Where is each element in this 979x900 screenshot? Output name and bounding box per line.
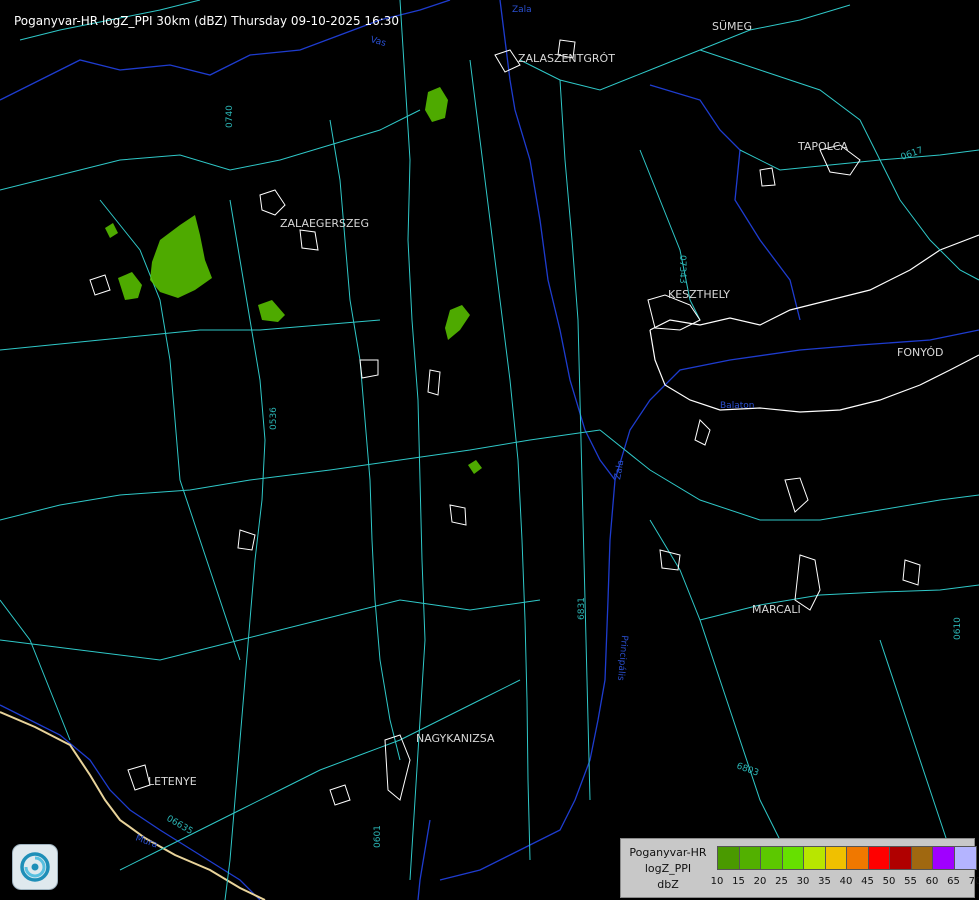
- legend-tick: 25: [775, 876, 788, 887]
- road-label: 0610: [953, 617, 963, 640]
- road-label: 0617: [900, 146, 925, 163]
- legend-line: dbZ: [657, 878, 679, 891]
- legend-swatch: [718, 847, 740, 869]
- lake-balaton-shore: [649, 234, 979, 413]
- road-label: 0536: [269, 407, 279, 430]
- river-labels: Vas Zala Zala Principális Balaton Mura: [134, 5, 754, 851]
- radar-echoes: [105, 87, 482, 474]
- legend-swatch: [782, 847, 804, 869]
- weather-service-logo-icon: [12, 844, 58, 890]
- legend-tick: 15: [732, 876, 745, 887]
- legend-tick: 35: [818, 876, 831, 887]
- city-label: NAGYKANIZSA: [416, 732, 495, 745]
- legend-tick: 55: [904, 876, 917, 887]
- city-label: MARCALI: [752, 603, 801, 616]
- city-label: ZALAEGERSZEG: [280, 217, 369, 230]
- river-label: Principális: [615, 635, 629, 682]
- legend-swatch: [954, 847, 976, 869]
- road-label: 0740: [225, 105, 235, 128]
- road-label: 06635: [165, 814, 195, 837]
- legend-tick: 45: [861, 876, 874, 887]
- legend-color-scale: [717, 846, 977, 870]
- river-label: Zala: [512, 5, 532, 15]
- legend-tick: 10: [710, 876, 724, 887]
- legend-swatch: [890, 847, 912, 869]
- legend-tick-labels: 10 15 20 25 30 35 40 45 50 55 60 65 70: [711, 876, 979, 890]
- city-label: LETENYE: [148, 775, 197, 788]
- river-label: Mura: [134, 833, 159, 850]
- road-label: 07343: [677, 255, 687, 284]
- road-label: 6803: [735, 761, 760, 778]
- legend-tick: 70: [968, 876, 979, 887]
- city-label: FONYÓD: [897, 346, 943, 359]
- legend-tick: 50: [882, 876, 896, 887]
- road-label: 0601: [373, 825, 383, 848]
- legend-swatch: [868, 847, 890, 869]
- settlement-outlines: [89, 39, 921, 806]
- river-label: Vas: [369, 35, 387, 49]
- legend-tick: 60: [925, 876, 939, 887]
- radar-map: SÜMEG ZALASZENTGRÓT TAPOLCA ZALAEGERSZEG…: [0, 0, 979, 900]
- river-label: Balaton: [720, 401, 754, 411]
- legend-tick: 40: [839, 876, 853, 887]
- map-title: Poganyvar-HR logZ_PPI 30km (dBZ) Thursda…: [14, 14, 400, 28]
- city-label: TAPOLCA: [797, 140, 848, 153]
- city-labels: SÜMEG ZALASZENTGRÓT TAPOLCA ZALAEGERSZEG…: [148, 20, 943, 788]
- legend-swatch: [804, 847, 826, 869]
- rivers: [0, 0, 979, 900]
- roads: [0, 0, 979, 900]
- color-legend: Poganyvar-HR logZ_PPI dbZ 10 15 20 25 30 35 40…: [620, 838, 979, 898]
- legend-swatch: [739, 847, 761, 869]
- city-label: KESZTHELY: [668, 288, 730, 301]
- legend-swatch: [911, 847, 933, 869]
- city-label: ZALASZENTGRÓT: [518, 52, 615, 65]
- legend-line: Poganyvar-HR: [629, 846, 707, 859]
- legend-swatch: [761, 847, 783, 869]
- city-label: SÜMEG: [712, 20, 752, 33]
- river-label: Zala: [613, 459, 626, 480]
- legend-tick: 20: [753, 876, 767, 887]
- legend-caption: Poganyvar-HR logZ_PPI dbZ: [625, 845, 711, 893]
- legend-tick: 30: [796, 876, 810, 887]
- road-label: 6831: [577, 597, 587, 620]
- legend-line: logZ_PPI: [644, 862, 692, 875]
- legend-swatch: [825, 847, 847, 869]
- legend-tick: 65: [947, 876, 960, 887]
- legend-swatch: [933, 847, 955, 869]
- legend-swatch: [847, 847, 869, 869]
